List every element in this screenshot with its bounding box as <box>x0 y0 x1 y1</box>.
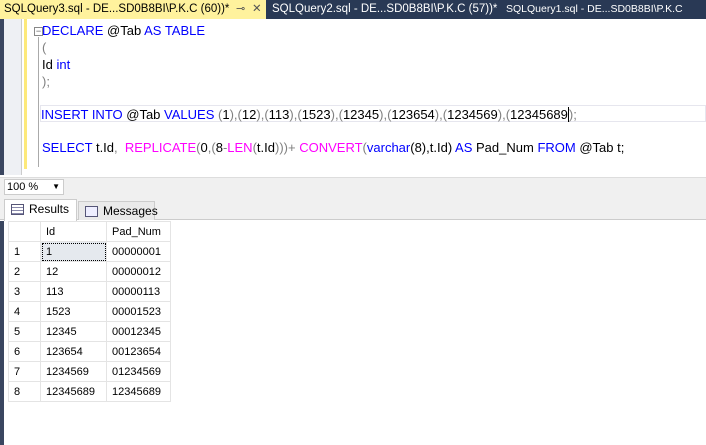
editor-gutter <box>0 19 22 175</box>
tab-label: SQLQuery3.sql - DE...SD0B8BI\P.K.C (60))… <box>4 3 230 15</box>
document-tab-bar: SQLQuery3.sql - DE...SD0B8BI\P.K.C (60))… <box>0 0 706 19</box>
cell-id[interactable]: 12345 <box>40 321 107 342</box>
results-grid: Id Pad_Num 1 1 00000001 2 12 00000012 3 113 000… <box>0 221 706 445</box>
left-strip <box>0 221 4 445</box>
zoom-select[interactable]: 100 % ▼ <box>4 179 64 195</box>
column-header-pad-num[interactable]: Pad_Num <box>106 221 171 242</box>
query-editor[interactable]: − DECLARE @Tab AS TABLE ( Id int ); INSE… <box>0 19 706 175</box>
cell-pad-num[interactable]: 00123654 <box>106 341 171 362</box>
close-icon[interactable]: ✕ <box>252 0 262 19</box>
cell-pad-num[interactable]: 00001523 <box>106 301 171 322</box>
cell-pad-num[interactable]: 00012345 <box>106 321 171 342</box>
cell-pad-num[interactable]: 12345689 <box>106 381 171 402</box>
pin-icon[interactable]: ⊸ <box>236 0 245 19</box>
row-number[interactable]: 4 <box>8 301 41 322</box>
table-row: 5 12345 00012345 <box>8 321 171 342</box>
cell-pad-num[interactable]: 01234569 <box>106 361 171 382</box>
row-number[interactable]: 1 <box>8 241 41 262</box>
results-tab-bar: Results Messages <box>0 195 706 221</box>
grid-icon <box>11 204 24 215</box>
table-row: 7 1234569 01234569 <box>8 361 171 382</box>
change-marker <box>24 19 27 169</box>
row-number[interactable]: 3 <box>8 281 41 302</box>
row-number[interactable]: 2 <box>8 261 41 282</box>
tab-results-label: Results <box>29 202 70 216</box>
messages-icon <box>85 206 98 217</box>
tab-sqlquery3[interactable]: SQLQuery3.sql - DE...SD0B8BI\P.K.C (60))… <box>0 0 266 19</box>
tab-sqlquery2[interactable]: SQLQuery2.sql - DE...SD0B8BI\P.K.C (57))… <box>268 0 497 19</box>
table-row: 6 123654 00123654 <box>8 341 171 362</box>
results-table: Id Pad_Num 1 1 00000001 2 12 00000012 3 113 000… <box>8 221 171 402</box>
outline-line <box>38 37 39 167</box>
column-header-id[interactable]: Id <box>40 221 107 242</box>
tab-messages[interactable]: Messages <box>78 201 158 220</box>
table-row: 3 113 00000113 <box>8 281 171 302</box>
zoom-value: 100 % <box>7 181 39 193</box>
cell-pad-num[interactable]: 00000113 <box>106 281 171 302</box>
cell-id[interactable]: 1234569 <box>40 361 107 382</box>
tab-results[interactable]: Results <box>4 199 77 221</box>
cell-id[interactable]: 12345689 <box>40 381 107 402</box>
cell-id[interactable]: 12 <box>40 261 107 282</box>
table-row: 1 1 00000001 <box>8 241 171 262</box>
row-number[interactable]: 6 <box>8 341 41 362</box>
header-row: Id Pad_Num <box>8 221 171 242</box>
code-line-3: Id int <box>42 57 71 72</box>
corner-cell[interactable] <box>8 221 41 242</box>
table-row: 2 12 00000012 <box>8 261 171 282</box>
tab-sqlquery1[interactable]: SQLQuery1.sql - DE...SD0B8BI\P.K.C <box>502 0 683 19</box>
tab-messages-label: Messages <box>103 204 158 218</box>
cell-id[interactable]: 1523 <box>40 301 107 322</box>
cell-id[interactable]: 113 <box>40 281 107 302</box>
code-line-2: ( <box>42 40 47 55</box>
cell-pad-num[interactable]: 00000012 <box>106 261 171 282</box>
code-line-select: SELECT t.Id, REPLICATE(0,(8-LEN(t.Id)))+… <box>42 140 625 155</box>
code-line-insert: INSERT INTO @Tab VALUES (1),(12),(113),(… <box>40 105 706 122</box>
table-row: 8 12345689 12345689 <box>8 381 171 402</box>
cell-id[interactable]: 1 <box>40 241 107 262</box>
table-row: 4 1523 00001523 <box>8 301 171 322</box>
code-line-4: ); <box>42 74 50 89</box>
row-number[interactable]: 8 <box>8 381 41 402</box>
chevron-down-icon: ▼ <box>52 182 60 191</box>
code-line-1: DECLARE @Tab AS TABLE <box>42 23 206 38</box>
row-number[interactable]: 5 <box>8 321 41 342</box>
cell-id[interactable]: 123654 <box>40 341 107 362</box>
editor-status-bar: 100 % ▼ <box>0 177 706 195</box>
row-number[interactable]: 7 <box>8 361 41 382</box>
cell-pad-num[interactable]: 00000001 <box>106 241 171 262</box>
